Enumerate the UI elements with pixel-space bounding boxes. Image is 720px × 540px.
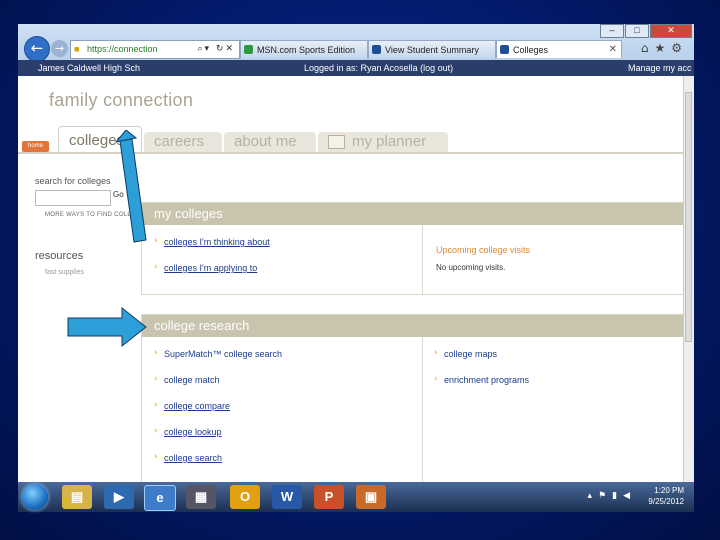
vertical-scrollbar[interactable] <box>683 76 694 492</box>
system-tray: ▴⚑▮◀ <box>588 491 636 501</box>
tab-my-planner[interactable]: my planner <box>318 132 448 152</box>
site-header-bar: James Caldwell High Sch Logged in as: Ry… <box>18 60 694 76</box>
chevron-right-icon: › <box>154 400 158 410</box>
chevron-right-icon: › <box>434 374 438 384</box>
word-icon[interactable]: W <box>272 485 302 509</box>
flag-icon[interactable]: ⚑ <box>598 491 612 501</box>
lock-icon: ■ <box>74 44 80 54</box>
tab-my-planner-label: my planner <box>352 133 427 150</box>
up-arrow-annotation <box>114 130 147 243</box>
section-divider <box>422 337 423 483</box>
school-name: James Caldwell High Sch <box>38 63 141 73</box>
college-match-link[interactable]: college match <box>164 375 220 385</box>
gear-icon[interactable]: ⚙ <box>671 41 688 55</box>
supermatch-link[interactable]: SuperMatch™ college search <box>164 349 282 359</box>
favorites-icon[interactable]: ★ <box>654 41 671 55</box>
college-search-link[interactable]: college search <box>164 453 222 463</box>
clock-time: 1:20 PM <box>654 486 684 495</box>
outlook-icon[interactable]: O <box>230 485 260 509</box>
media-player-icon[interactable]: ▶ <box>104 485 134 509</box>
my-colleges-header: my colleges <box>142 203 683 225</box>
resources-link[interactable]: fast supplies <box>45 269 84 276</box>
home-icon[interactable]: ⌂ <box>641 41 655 55</box>
colleges-thinking-link[interactable]: colleges I'm thinking about <box>164 237 270 247</box>
address-url: https://connection <box>87 44 158 54</box>
chevron-right-icon: › <box>154 262 158 272</box>
back-button[interactable]: ← <box>24 36 50 62</box>
brand-title: family connection <box>49 90 194 110</box>
manage-account-link[interactable]: Manage my acc <box>628 60 692 76</box>
enrichment-programs-link[interactable]: enrichment programs <box>444 375 529 385</box>
clock-date: 9/25/2012 <box>648 497 684 506</box>
window-controls: – □ ✕ <box>599 24 692 38</box>
ie-page-icon <box>372 45 381 54</box>
tab-label: Colleges <box>513 45 549 55</box>
tab-colleges[interactable]: Colleges ✕ <box>496 40 622 58</box>
address-bar[interactable]: ■ https://connection ⌕▾ ↻✕ <box>70 40 240 59</box>
app-icon[interactable]: ▦ <box>186 485 216 509</box>
college-maps-link[interactable]: college maps <box>444 349 497 359</box>
right-arrow-annotation <box>67 306 147 348</box>
chevron-right-icon: › <box>154 452 158 462</box>
msn-icon <box>244 45 253 54</box>
tab-label: View Student Summary <box>385 45 479 55</box>
upcoming-visits-title: Upcoming college visits <box>436 245 531 255</box>
close-window-button[interactable]: ✕ <box>650 24 692 38</box>
tab-about-me[interactable]: about me <box>224 132 316 152</box>
college-lookup-link[interactable]: college lookup <box>164 427 222 437</box>
clock[interactable]: 1:20 PM 9/25/2012 <box>648 485 684 507</box>
college-research-header: college research <box>142 315 683 337</box>
volume-icon[interactable]: ◀ <box>623 491 636 501</box>
tab-msn[interactable]: MSN.com Sports Edition <box>240 40 368 58</box>
network-icon[interactable]: ▮ <box>612 491 623 501</box>
internet-explorer-icon[interactable]: e <box>144 485 176 511</box>
browser-toolbar: – □ ✕ ← → ■ https://connection ⌕▾ ↻✕ MSN… <box>18 24 694 62</box>
tab-label: MSN.com Sports Edition <box>257 45 356 55</box>
chevron-right-icon: › <box>434 348 438 358</box>
chevron-right-icon: › <box>154 426 158 436</box>
college-research-section: college research › SuperMatch™ college s… <box>141 314 684 484</box>
my-colleges-section: my colleges › colleges I'm thinking abou… <box>141 202 684 295</box>
maximize-button[interactable]: □ <box>625 24 649 38</box>
login-status[interactable]: Logged in as: Ryan Acosella (log out) <box>304 60 453 76</box>
tab-careers[interactable]: careers <box>144 132 222 152</box>
tray-arrow-icon[interactable]: ▴ <box>588 491 599 501</box>
forward-button[interactable]: → <box>51 40 68 57</box>
scroll-thumb[interactable] <box>685 92 692 342</box>
ie-page-icon <box>500 45 509 54</box>
home-tab[interactable]: home <box>22 141 49 152</box>
tab-close-icon[interactable]: ✕ <box>609 41 617 58</box>
planner-icon <box>328 135 345 149</box>
minimize-button[interactable]: – <box>600 24 624 38</box>
tab-student-summary[interactable]: View Student Summary <box>368 40 496 58</box>
college-search-input[interactable] <box>35 190 111 206</box>
screen: – □ ✕ ← → ■ https://connection ⌕▾ ↻✕ MSN… <box>18 24 694 512</box>
resources-title: resources <box>35 250 84 262</box>
address-controls[interactable]: ⌕▾ ↻✕ <box>197 41 235 58</box>
chevron-right-icon: › <box>154 374 158 384</box>
toolbar-icons: ⌂★⚙ <box>641 41 688 55</box>
chevron-right-icon: › <box>154 236 158 246</box>
chevron-right-icon: › <box>154 348 158 358</box>
explorer-icon[interactable]: ▤ <box>62 485 92 509</box>
colleges-applying-link[interactable]: colleges I'm applying to <box>164 263 257 273</box>
start-button[interactable] <box>22 484 48 510</box>
taskbar: ▤ ▶ e ▦ O W P ▣ ▴⚑▮◀ 1:20 PM 9/25/2012 <box>18 482 694 512</box>
upcoming-visits-text: No upcoming visits. <box>436 263 506 272</box>
powerpoint-icon[interactable]: P <box>314 485 344 509</box>
section-divider <box>422 225 423 294</box>
office-app-icon[interactable]: ▣ <box>356 485 386 509</box>
college-compare-link[interactable]: college compare <box>164 401 230 411</box>
